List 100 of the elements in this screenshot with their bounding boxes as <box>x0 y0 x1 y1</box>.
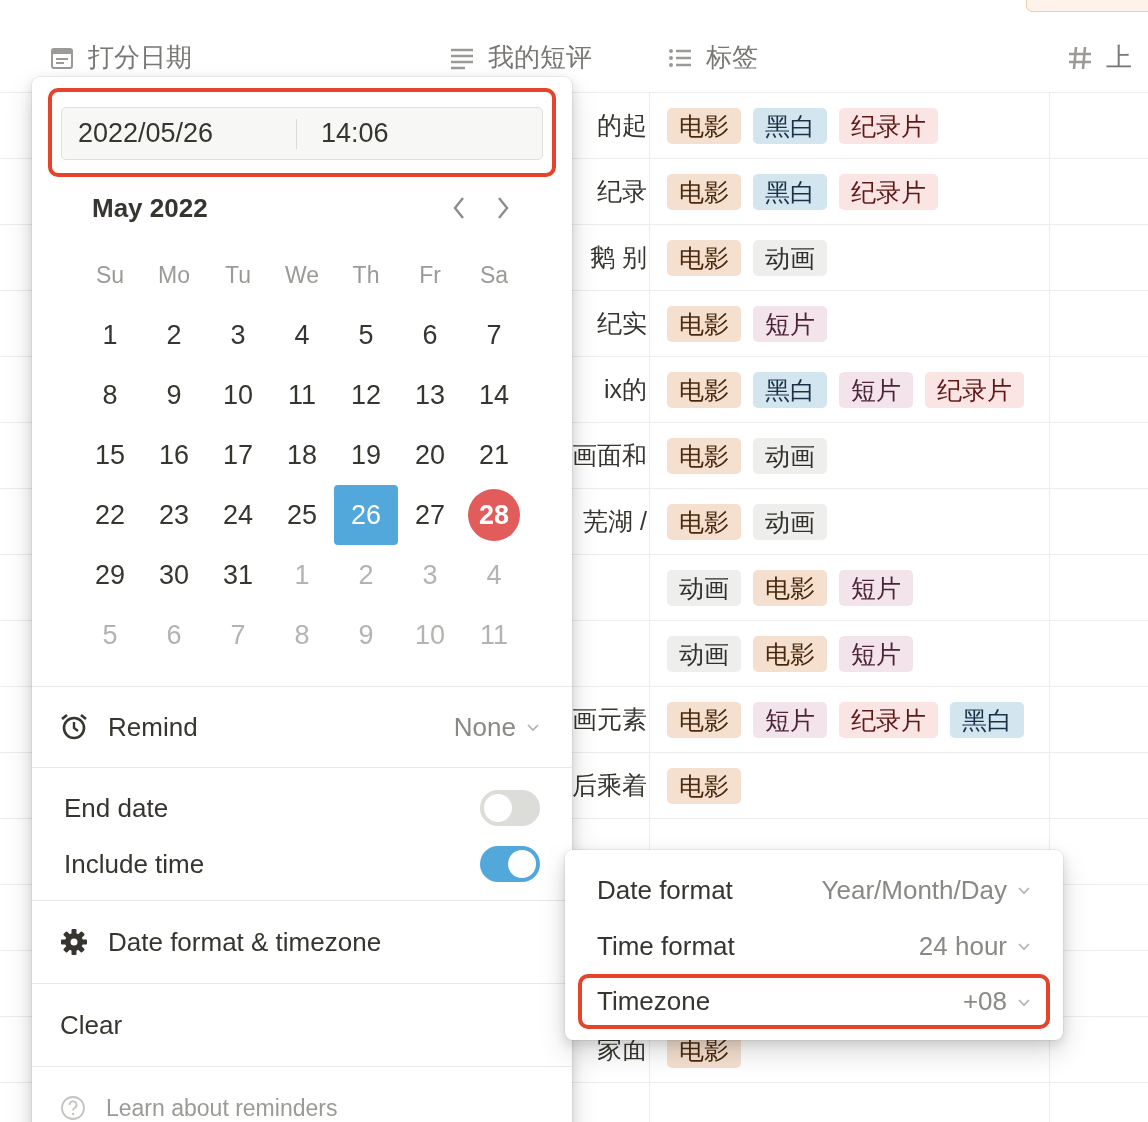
calendar-day[interactable]: 27 <box>398 485 462 545</box>
tag: 短片 <box>839 635 913 672</box>
table-cell-text: 画面和 <box>572 440 647 471</box>
tag: 电影 <box>667 371 741 408</box>
tag: 电影 <box>667 107 741 144</box>
weekday-label: We <box>283 260 321 290</box>
calendar-day[interactable]: 31 <box>206 545 270 605</box>
calendar-day[interactable]: 24 <box>206 485 270 545</box>
calendar-day[interactable]: 4 <box>270 305 334 365</box>
tag: 纪录片 <box>839 701 938 738</box>
column-header[interactable]: 上 <box>1106 40 1132 75</box>
weekday-label: Sa <box>478 260 510 290</box>
tag: 电影 <box>753 635 827 672</box>
toggle-switch[interactable] <box>480 790 540 826</box>
chevron-right-icon <box>496 196 510 220</box>
calendar-icon <box>50 45 74 70</box>
table-cell-text: 纪录 <box>597 176 647 207</box>
tag: 黑白 <box>950 701 1024 738</box>
tag: 电影 <box>753 569 827 606</box>
chevron-left-icon <box>452 196 466 220</box>
chevron-down-icon <box>1017 885 1031 895</box>
table-cell-text: 纪实 <box>597 308 647 339</box>
toggle-switch[interactable] <box>480 846 540 882</box>
calendar-day[interactable]: 20 <box>398 425 462 485</box>
tag: 动画 <box>753 503 827 540</box>
calendar-day[interactable]: 8 <box>78 365 142 425</box>
tag: 纪录片 <box>839 107 938 144</box>
calendar-day[interactable]: 17 <box>206 425 270 485</box>
calendar-day[interactable]: 11 <box>270 365 334 425</box>
calendar-day[interactable]: 29 <box>78 545 142 605</box>
tag: 电影 <box>667 239 741 276</box>
calendar-day[interactable]: 15 <box>78 425 142 485</box>
calendar-day[interactable]: 16 <box>142 425 206 485</box>
tag: 黑白 <box>753 173 827 210</box>
alarm-clock-icon <box>60 713 88 741</box>
calendar-day[interactable]: 13 <box>398 365 462 425</box>
tag: 电影 <box>667 173 741 210</box>
column-header[interactable]: 打分日期 <box>88 40 192 75</box>
chevron-down-icon <box>526 722 540 732</box>
calendar-day[interactable]: 23 <box>142 485 206 545</box>
month-title: May 2022 <box>92 192 208 224</box>
tag: 黑白 <box>753 107 827 144</box>
calendar-day[interactable]: 22 <box>78 485 142 545</box>
tag: 纪录片 <box>925 371 1024 408</box>
remind-dropdown[interactable]: None <box>453 711 540 743</box>
weekday-label: Fr <box>418 260 442 290</box>
calendar-day[interactable]: 3 <box>206 305 270 365</box>
tag: 动画 <box>667 569 741 606</box>
tag: 动画 <box>667 635 741 672</box>
calendar-day[interactable]: 9 <box>142 365 206 425</box>
toggle-label: Include time <box>64 848 205 880</box>
tag: 短片 <box>839 569 913 606</box>
calendar-day[interactable]: 7 <box>462 305 526 365</box>
tag: 动画 <box>753 239 827 276</box>
calendar-day[interactable]: 10 <box>206 365 270 425</box>
chevron-down-icon <box>1017 996 1031 1007</box>
calendar-day[interactable]: 2 <box>142 305 206 365</box>
table-cell-text: 芜湖 / <box>583 506 647 537</box>
tag: 黑白 <box>753 371 827 408</box>
calendar-day[interactable]: 18 <box>270 425 334 485</box>
table-cell-text: 画元素 <box>572 704 647 735</box>
tag: 电影 <box>667 701 741 738</box>
tag: 短片 <box>753 305 827 342</box>
tag: 短片 <box>839 371 913 408</box>
weekday-label: Mo <box>157 260 191 290</box>
weekday-label: Su <box>94 260 126 290</box>
tag: 短片 <box>753 701 827 738</box>
calendar-day[interactable]: 25 <box>270 485 334 545</box>
help-icon <box>60 1095 86 1121</box>
calendar-day[interactable]: 6 <box>398 305 462 365</box>
tag: 纪录片 <box>839 173 938 210</box>
table-cell-text: 后乘着 <box>572 770 647 801</box>
setting-label: Time format <box>597 930 735 962</box>
calendar-day[interactable]: 19 <box>334 425 398 485</box>
calendar-day[interactable]: 12 <box>334 365 398 425</box>
calendar-day[interactable]: 5 <box>334 305 398 365</box>
clear-button[interactable]: Clear <box>32 984 572 1066</box>
calendar-day[interactable]: 1 <box>78 305 142 365</box>
calendar-day[interactable]: 21 <box>462 425 526 485</box>
column-header[interactable]: 标签 <box>706 40 758 75</box>
date-input-field[interactable]: 2022/05/26 14:06 <box>61 107 543 160</box>
column-header[interactable]: 我的短评 <box>488 40 592 75</box>
tag: 电影 <box>667 767 741 804</box>
setting-dropdown[interactable]: Year/Month/Day <box>821 874 1031 906</box>
table-cell-text: ix的 <box>603 374 647 405</box>
setting-dropdown[interactable]: +08 <box>962 986 1031 1017</box>
tag: 动画 <box>753 437 827 474</box>
tag: 电影 <box>667 305 741 342</box>
calendar-day[interactable]: 30 <box>142 545 206 605</box>
setting-dropdown[interactable]: 24 hour <box>918 930 1031 962</box>
chevron-down-icon <box>1017 941 1031 951</box>
toggle-label: End date <box>64 792 169 824</box>
setting-label: Date format <box>597 874 733 906</box>
setting-label: Timezone <box>597 986 711 1017</box>
tag: 电影 <box>667 437 741 474</box>
hash-icon <box>1068 45 1092 70</box>
gear-icon <box>60 928 88 956</box>
table-cell-text: 鹅 别 <box>590 242 647 273</box>
table-cell-text: 的起 <box>597 110 647 141</box>
calendar-day[interactable]: 14 <box>462 365 526 425</box>
